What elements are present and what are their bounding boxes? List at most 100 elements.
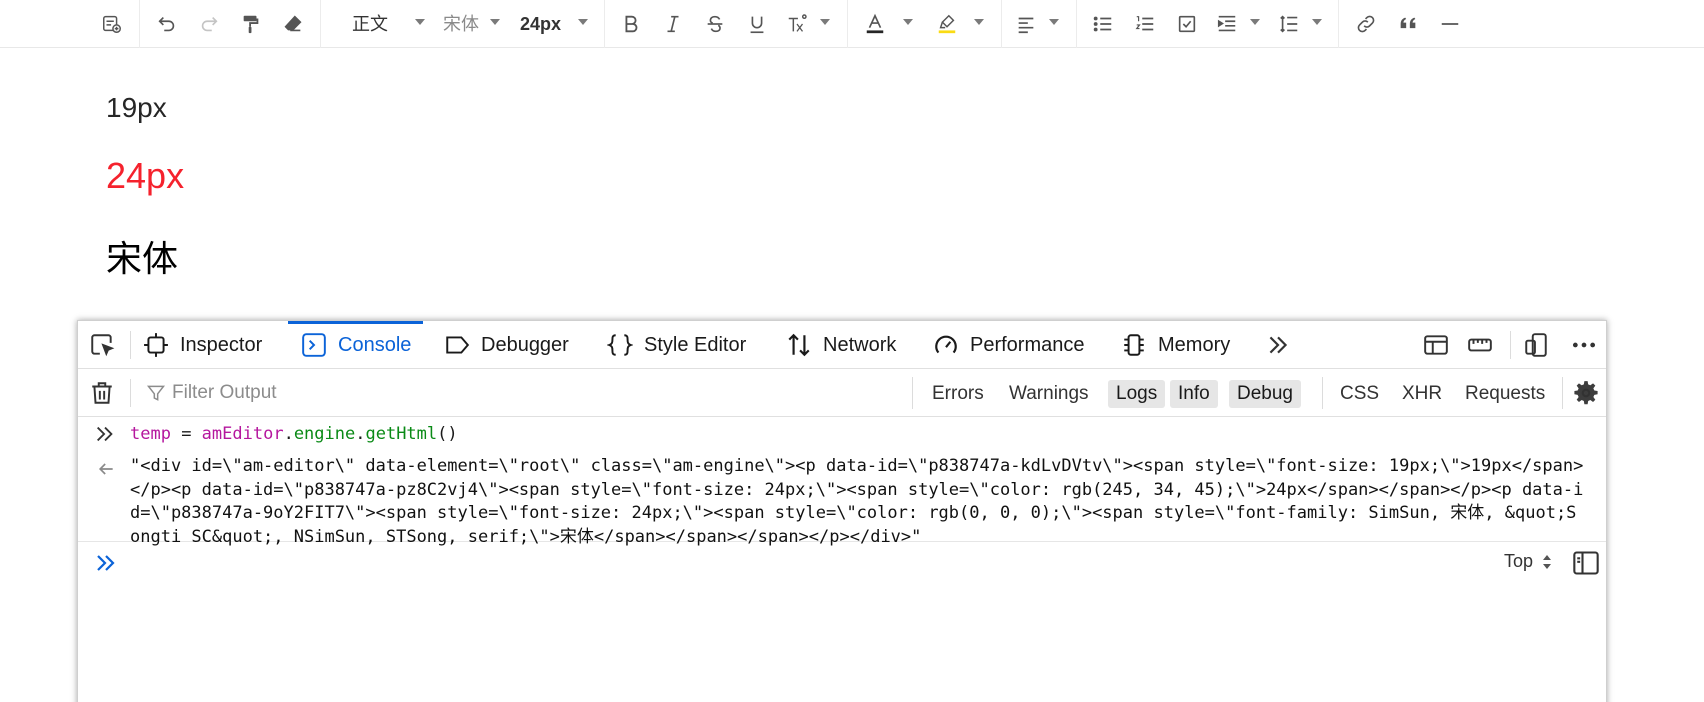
toolbar-divider xyxy=(320,0,321,48)
document-line-24px-red[interactable]: 24px xyxy=(106,155,184,197)
horizontal-rule-icon[interactable] xyxy=(1434,8,1466,40)
console-result-string[interactable]: "<div id=\"am-editor\" data-element=\"ro… xyxy=(130,455,1585,549)
font-size-select[interactable]: 24px xyxy=(520,12,561,36)
code-token-object: amEditor xyxy=(201,424,284,444)
new-document-icon[interactable] xyxy=(96,8,128,40)
code-token-dot: . xyxy=(355,424,366,444)
filter-divider xyxy=(1562,377,1563,409)
tab-debugger[interactable]: Debugger xyxy=(443,321,569,369)
highlight-color-icon[interactable] xyxy=(931,8,963,40)
format-painter-icon[interactable] xyxy=(235,8,267,40)
tab-network[interactable]: Network xyxy=(785,321,896,369)
tab-performance[interactable]: Performance xyxy=(932,321,1085,369)
filter-warnings-button[interactable]: Warnings xyxy=(1001,380,1097,408)
tab-memory[interactable]: Memory xyxy=(1120,321,1230,369)
evaluation-context-select[interactable]: Top xyxy=(1504,551,1553,572)
font-color-icon[interactable] xyxy=(859,8,891,40)
filter-placeholder: Filter Output xyxy=(172,382,277,403)
redo-icon[interactable] xyxy=(193,8,225,40)
filter-xhr-button[interactable]: XHR xyxy=(1394,380,1450,408)
toolbar-divider xyxy=(139,0,140,48)
bulleted-list-icon[interactable] xyxy=(1087,8,1119,40)
context-select-label: Top xyxy=(1504,551,1534,571)
tab-memory-label: Memory xyxy=(1158,333,1231,356)
trash-icon[interactable] xyxy=(88,379,116,407)
chevron-down-icon[interactable] xyxy=(415,19,425,25)
filter-errors-button[interactable]: Errors xyxy=(924,380,992,408)
chevron-down-icon[interactable] xyxy=(974,19,984,25)
console-output-area: temp = amEditor.engine.getHtml() "<div i… xyxy=(78,417,1606,702)
tab-network-label: Network xyxy=(823,333,897,356)
filter-css-button[interactable]: CSS xyxy=(1332,380,1387,408)
chevron-down-icon[interactable] xyxy=(578,19,588,25)
ruler-icon[interactable] xyxy=(1466,331,1494,359)
memory-icon xyxy=(1120,331,1148,359)
strikethrough-icon[interactable] xyxy=(699,8,731,40)
task-list-icon[interactable] xyxy=(1171,8,1203,40)
responsive-design-icon[interactable] xyxy=(1522,331,1550,359)
quote-icon[interactable] xyxy=(1392,8,1424,40)
document-line-songti[interactable]: 宋体 xyxy=(106,230,178,282)
superscript-icon[interactable] xyxy=(781,8,813,40)
code-token-call: () xyxy=(437,424,458,444)
console-result-message: "<div id=\"am-editor\" data-element=\"ro… xyxy=(78,451,1606,547)
indent-icon[interactable] xyxy=(1211,8,1243,40)
tab-console[interactable]: Console xyxy=(287,321,424,369)
style-editor-icon xyxy=(606,331,634,359)
filter-logs-button[interactable]: Logs xyxy=(1108,380,1166,408)
code-token-var: temp xyxy=(130,424,171,444)
console-settings-gear-icon[interactable] xyxy=(1572,379,1600,407)
clear-format-icon[interactable] xyxy=(277,8,309,40)
tab-divider xyxy=(130,331,131,359)
prompt-chevron-icon xyxy=(94,551,118,575)
chevron-down-icon[interactable] xyxy=(1049,19,1059,25)
filter-requests-button[interactable]: Requests xyxy=(1457,380,1553,408)
inspector-icon xyxy=(142,331,170,359)
console-input-code[interactable]: temp = amEditor.engine.getHtml() xyxy=(130,424,458,444)
input-chevron-icon xyxy=(94,423,116,445)
filter-info-button[interactable]: Info xyxy=(1170,380,1218,408)
chevron-down-icon[interactable] xyxy=(820,19,830,25)
filter-debug-button[interactable]: Debug xyxy=(1229,380,1301,408)
font-family-select[interactable]: 宋体 xyxy=(443,12,479,36)
document-line-19px[interactable]: 19px xyxy=(106,92,167,124)
tab-style-editor[interactable]: Style Editor xyxy=(606,321,746,369)
toolbar-divider xyxy=(1338,0,1339,48)
link-icon[interactable] xyxy=(1350,8,1382,40)
numbered-list-icon[interactable] xyxy=(1129,8,1161,40)
more-tabs-chevron-icon[interactable] xyxy=(1264,331,1292,359)
bold-icon[interactable] xyxy=(615,8,647,40)
filter-divider xyxy=(130,379,131,407)
underline-icon[interactable] xyxy=(741,8,773,40)
more-options-icon[interactable] xyxy=(1570,331,1598,359)
italic-icon[interactable] xyxy=(657,8,689,40)
chevron-down-icon[interactable] xyxy=(1312,19,1322,25)
tab-style-editor-label: Style Editor xyxy=(644,333,747,356)
chevron-down-icon[interactable] xyxy=(903,19,913,25)
result-arrow-icon xyxy=(96,459,116,479)
filter-output-input[interactable]: Filter Output xyxy=(146,379,277,407)
chevron-down-icon[interactable] xyxy=(490,19,500,25)
code-token-dot: . xyxy=(283,424,294,444)
network-icon xyxy=(785,331,813,359)
code-token-op: = xyxy=(170,424,202,444)
toolbar-divider xyxy=(604,0,605,48)
sidebar-toggle-icon[interactable] xyxy=(1572,549,1600,577)
chevron-down-icon[interactable] xyxy=(1250,19,1260,25)
dock-layout-icon[interactable] xyxy=(1422,331,1450,359)
performance-icon xyxy=(932,331,960,359)
line-height-icon[interactable] xyxy=(1273,8,1305,40)
debugger-icon xyxy=(443,331,471,359)
devtools-panel: Inspector Console Debugger Style Editor … xyxy=(77,320,1607,702)
console-filter-bar: Filter Output Errors Warnings Logs Info … xyxy=(78,369,1606,417)
tab-inspector[interactable]: Inspector xyxy=(142,321,262,369)
element-picker-icon[interactable] xyxy=(88,331,116,359)
align-left-icon[interactable] xyxy=(1010,8,1042,40)
filter-divider xyxy=(912,377,913,409)
toolbar-divider xyxy=(847,0,848,48)
devtools-tabbar: Inspector Console Debugger Style Editor … xyxy=(78,321,1606,369)
undo-icon[interactable] xyxy=(151,8,183,40)
heading-select[interactable]: 正文 xyxy=(352,12,388,36)
tab-console-label: Console xyxy=(338,333,412,356)
console-prompt-row[interactable]: Top xyxy=(78,543,1606,581)
